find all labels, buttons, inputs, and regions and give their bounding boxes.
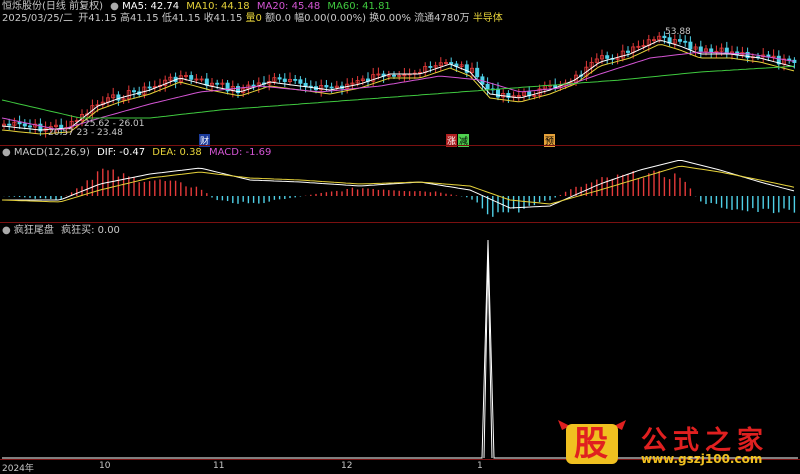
candle-body [282, 78, 287, 82]
price-high-label: 53.88 [665, 27, 691, 37]
time-axis-label: 10 [99, 461, 111, 471]
candle-body [277, 77, 282, 80]
circle-icon: ● [2, 147, 11, 158]
candle-body [698, 46, 703, 52]
candle-body [298, 79, 303, 84]
candle-body [324, 85, 329, 88]
candle-body [485, 83, 490, 90]
candle-body [626, 50, 631, 53]
price-low-label-2: 20.57 23 - 23.48 [48, 128, 123, 138]
candle-body [495, 88, 500, 98]
dif-label: DIF: -0.47 [97, 147, 146, 158]
time-axis-label: 12 [341, 461, 353, 471]
time-axis-label: 2024年 [2, 464, 34, 474]
macd-header: ● MACD(12,26,9) DIF: -0.47 DEA: 0.38 MAC… [2, 147, 271, 159]
macd-panel [1, 160, 796, 217]
panel-separator-1 [0, 145, 800, 146]
indicator-title[interactable]: 疯狂尾盘 [14, 225, 54, 236]
indicator-value-label: 疯狂买: 0.00 [61, 225, 120, 236]
candle-body [293, 78, 298, 81]
watermark-url: www.gszj100.com [641, 452, 763, 466]
candle-body [475, 67, 480, 78]
candle-body [709, 48, 714, 53]
circle-icon: ● [2, 225, 11, 236]
candle-body [329, 86, 334, 89]
time-axis-label: 11 [213, 461, 225, 471]
ma5-line [1, 40, 795, 131]
candle-body [27, 125, 32, 128]
macd-title[interactable]: MACD(12,26,9) [14, 147, 90, 158]
candle-body [7, 123, 12, 126]
candle-body [391, 74, 396, 77]
chart-canvas[interactable] [0, 0, 800, 474]
candle-body [22, 123, 27, 127]
candle-body [189, 75, 194, 80]
candle-body [131, 90, 136, 93]
candle-body [215, 82, 220, 85]
indicator-header: ● 疯狂尾盘 疯狂买: 0.00 [2, 225, 120, 237]
time-axis-label: 1 [477, 461, 483, 471]
candle-body [678, 39, 683, 42]
candle-body [147, 86, 152, 89]
watermark-logo: 股 [556, 418, 628, 466]
candle-body [605, 55, 610, 59]
dea-label: DEA: 0.38 [152, 147, 202, 158]
candle-body [303, 82, 308, 87]
candle-body [428, 66, 433, 68]
panel-separator-2 [0, 222, 800, 223]
candle-body [17, 121, 22, 125]
macd-value-label: MACD: -1.69 [208, 147, 272, 158]
candle-body [683, 40, 688, 43]
candle-body [688, 41, 693, 50]
